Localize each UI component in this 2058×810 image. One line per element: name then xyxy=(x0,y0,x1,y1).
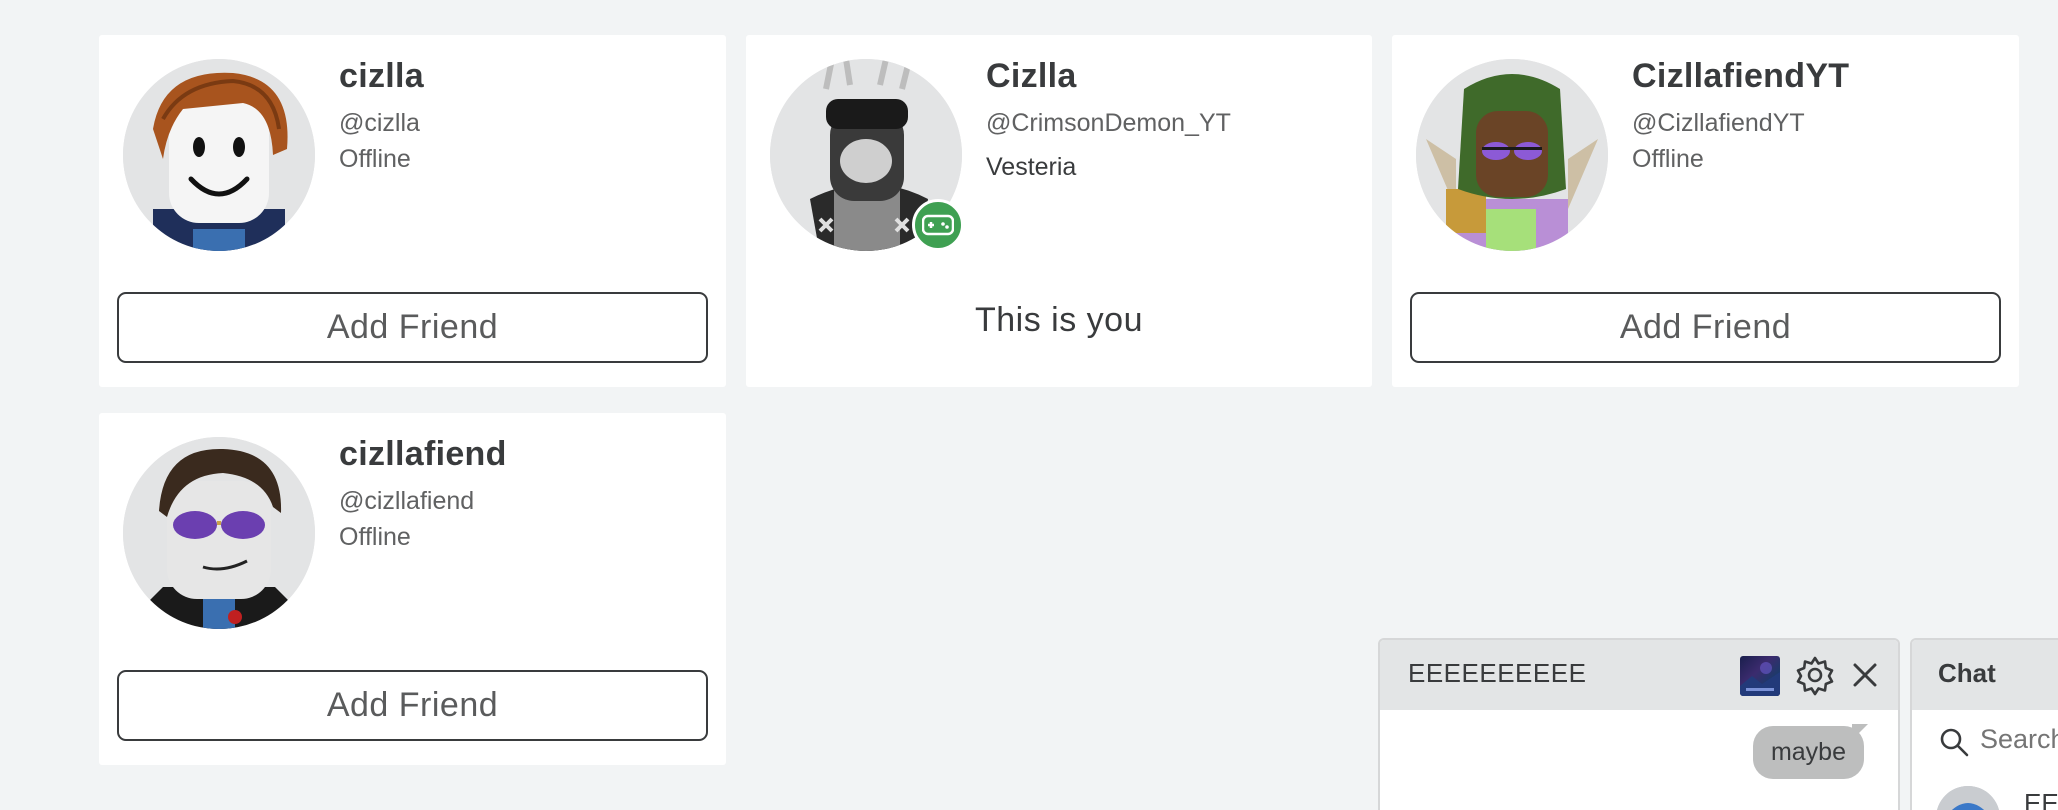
chat-title[interactable]: Chat xyxy=(1938,658,1996,689)
chat-panel: Chat EE xyxy=(1910,638,2058,810)
game-thumbnail[interactable] xyxy=(1740,656,1780,696)
conversation-title[interactable]: EEEEEEEEEE xyxy=(1408,658,1586,689)
friend-card: Cizlla @CrimsonDemon_YT Vesteria This is… xyxy=(746,35,1372,387)
chat-search-input[interactable] xyxy=(1980,724,2058,755)
conversation-header[interactable]: EEEEEEEEEE xyxy=(1380,640,1898,710)
display-name[interactable]: cizlla xyxy=(339,57,424,96)
presence-status: Offline xyxy=(1632,145,1704,173)
avatar[interactable] xyxy=(123,59,315,251)
search-icon xyxy=(1940,728,1969,757)
username: @CizllafiendYT xyxy=(1632,109,1805,137)
friend-card: CizllafiendYT @CizllafiendYT Offline Add… xyxy=(1392,35,2019,387)
avatar[interactable] xyxy=(1416,59,1608,251)
controller-icon xyxy=(922,214,954,236)
presence-status: Offline xyxy=(339,145,411,173)
friend-card: cizlla @cizlla Offline Add Friend xyxy=(99,35,726,387)
username: @cizlla xyxy=(339,109,420,137)
gear-icon[interactable] xyxy=(1794,654,1836,696)
chat-friend-name[interactable]: EE xyxy=(2024,788,2058,810)
username: @CrimsonDemon_YT xyxy=(986,109,1231,137)
add-friend-button[interactable]: Add Friend xyxy=(117,292,708,363)
presence-status: Offline xyxy=(339,523,411,551)
display-name[interactable]: cizllafiend xyxy=(339,435,507,474)
display-name[interactable]: CizllafiendYT xyxy=(1632,57,1849,96)
add-friend-button[interactable]: Add Friend xyxy=(117,670,708,741)
in-game-badge xyxy=(912,199,964,251)
avatar[interactable] xyxy=(123,437,315,629)
conversation-window: EEEEEEEEEE maybe xyxy=(1378,638,1900,810)
close-icon[interactable] xyxy=(1846,656,1884,694)
message-bubble: maybe xyxy=(1752,726,1864,779)
chat-header[interactable]: Chat xyxy=(1912,640,2058,710)
friend-card: cizllafiend @cizllafiend Offline Add Fri… xyxy=(99,413,726,765)
add-friend-button[interactable]: Add Friend xyxy=(1410,292,2001,363)
self-label: This is you xyxy=(975,301,1143,339)
playing-game-link[interactable]: Vesteria xyxy=(986,153,1076,182)
display-name[interactable]: Cizlla xyxy=(986,57,1077,96)
username: @cizllafiend xyxy=(339,487,475,515)
avatar[interactable] xyxy=(1936,786,2000,810)
